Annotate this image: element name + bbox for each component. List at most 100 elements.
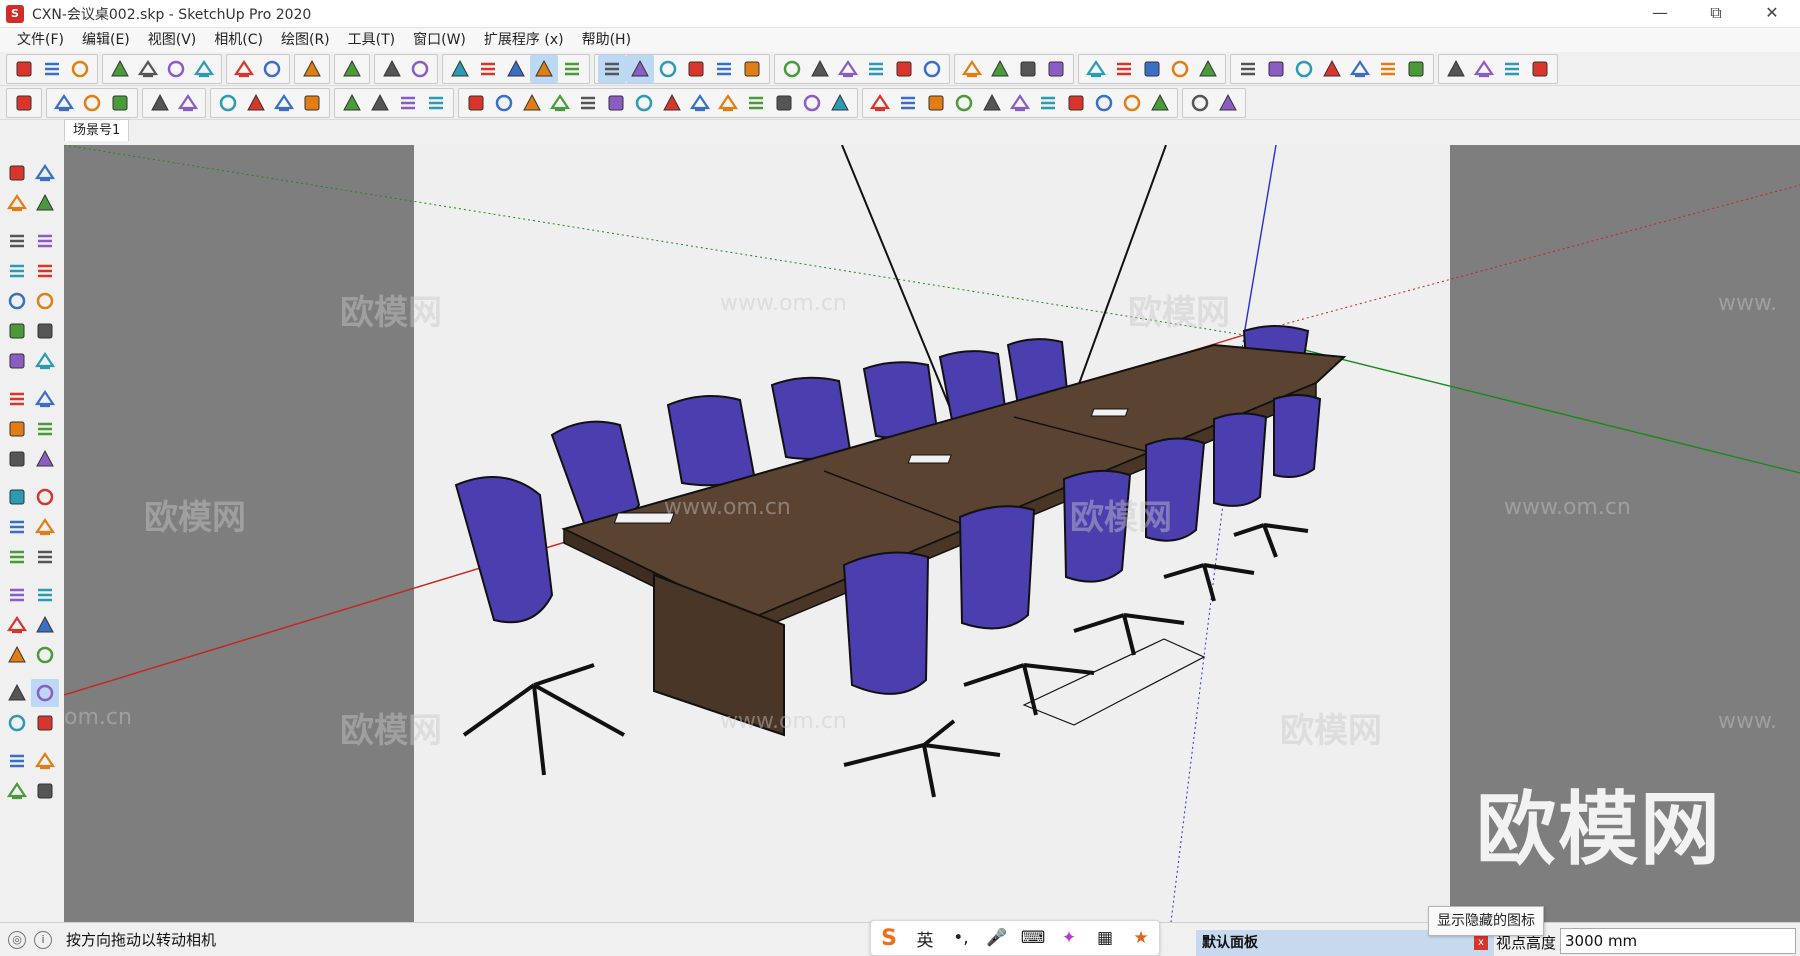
curve-8-icon[interactable] [1062, 89, 1090, 117]
eraser-icon[interactable] [31, 189, 59, 217]
pie-icon[interactable] [31, 347, 59, 375]
zoom-icon[interactable] [3, 611, 31, 639]
copy-icon[interactable] [134, 55, 162, 83]
component-b-icon[interactable] [806, 55, 834, 83]
close-button[interactable]: ✕ [1744, 0, 1800, 28]
curve-5-icon[interactable] [978, 89, 1006, 117]
plugin-d-icon[interactable] [1526, 55, 1554, 83]
measurements-input[interactable] [1560, 928, 1796, 954]
window-c-icon[interactable] [270, 89, 298, 117]
menu-item[interactable]: 扩展程序 (x) [475, 28, 573, 52]
menu-item[interactable]: 编辑(E) [73, 28, 139, 52]
skin-icon[interactable]: ★ [1127, 928, 1155, 948]
model-info-icon[interactable] [338, 55, 366, 83]
walk-icon[interactable] [3, 709, 31, 737]
warehouse-icon[interactable] [3, 747, 31, 775]
wireframe-icon[interactable] [446, 55, 474, 83]
tool-4-icon[interactable] [546, 89, 574, 117]
model-viewport[interactable]: 欧模网 www.om.cn 欧模网 www. 欧模网 www.om.cn 欧模网… [64, 145, 1800, 922]
send-to-layout-icon[interactable] [3, 777, 31, 805]
ext-c-icon[interactable] [1290, 55, 1318, 83]
panel-close-button[interactable]: x [1474, 936, 1488, 950]
top-view-icon[interactable] [626, 54, 654, 83]
polygon-icon[interactable] [31, 287, 59, 315]
save-icon[interactable] [66, 55, 94, 83]
right-view-icon[interactable] [682, 55, 710, 83]
back-edges-icon[interactable] [406, 55, 434, 83]
shaded-icon[interactable] [502, 55, 530, 83]
xray-icon[interactable] [378, 55, 406, 83]
menu-item[interactable]: 帮助(H) [573, 28, 640, 52]
window-b-icon[interactable] [242, 89, 270, 117]
menu-item[interactable]: 工具(T) [339, 28, 404, 52]
tool-7-icon[interactable] [630, 89, 658, 117]
cloud-icon[interactable] [106, 89, 134, 117]
stairs-icon[interactable] [338, 89, 366, 117]
round-1-icon[interactable] [1186, 89, 1214, 117]
back-view-icon[interactable] [710, 55, 738, 83]
ext-b-icon[interactable] [1262, 55, 1290, 83]
tool-12-icon[interactable] [770, 89, 798, 117]
window-a-icon[interactable] [214, 89, 242, 117]
front-view-icon[interactable] [654, 55, 682, 83]
zoom-extents-icon[interactable] [3, 641, 31, 669]
scene-tab-1[interactable]: 场景号1 [64, 119, 130, 141]
curve-1-icon[interactable] [866, 89, 894, 117]
sandbox-c-icon[interactable] [1138, 55, 1166, 83]
ai-icon[interactable]: ✦ [1055, 928, 1083, 948]
menu-item[interactable]: 窗口(W) [404, 28, 475, 52]
paint-bucket-icon[interactable] [3, 189, 31, 217]
tool-10-icon[interactable] [714, 89, 742, 117]
pan-icon[interactable] [31, 581, 59, 609]
component-e-icon[interactable] [890, 55, 918, 83]
print-icon[interactable] [298, 55, 326, 83]
component-d-icon[interactable] [862, 55, 890, 83]
zoom-previous-icon[interactable] [31, 641, 59, 669]
rectangle-icon[interactable] [3, 257, 31, 285]
three-point-arc-icon[interactable] [3, 347, 31, 375]
erase-icon[interactable] [190, 55, 218, 83]
redo-icon[interactable] [258, 55, 286, 83]
tool-9-icon[interactable] [686, 89, 714, 117]
axes-tool-icon[interactable] [3, 543, 31, 571]
curve-3-icon[interactable] [922, 89, 950, 117]
paste-icon[interactable] [162, 55, 190, 83]
tool-2-icon[interactable] [490, 89, 518, 117]
new-icon[interactable] [10, 55, 38, 83]
component-a-icon[interactable] [778, 55, 806, 83]
check-icon[interactable] [10, 89, 38, 117]
iso-view-icon[interactable] [598, 54, 626, 83]
offset-icon[interactable] [31, 445, 59, 473]
tool-11-icon[interactable] [742, 89, 770, 117]
tool-13-icon[interactable] [798, 89, 826, 117]
ime-logo-icon[interactable]: S [875, 926, 903, 951]
axes-icon[interactable] [958, 55, 986, 83]
orbit-icon[interactable] [3, 581, 31, 609]
zoom-window-icon[interactable] [31, 611, 59, 639]
extension-warehouse-icon[interactable] [31, 747, 59, 775]
layout-a-icon[interactable] [146, 89, 174, 117]
punctuation-icon[interactable]: •, [947, 928, 975, 948]
minimize-button[interactable]: — [1632, 0, 1688, 28]
bars-icon[interactable] [422, 89, 450, 117]
dimension-icon[interactable] [31, 483, 59, 511]
undo-icon[interactable] [230, 55, 258, 83]
grid-icon[interactable] [366, 89, 394, 117]
menu-item[interactable]: 视图(V) [139, 28, 206, 52]
section-icon[interactable] [986, 55, 1014, 83]
sandbox-d-icon[interactable] [1166, 55, 1194, 83]
hand-icon[interactable] [78, 89, 106, 117]
ext-f-icon[interactable] [1374, 55, 1402, 83]
lock-icon[interactable] [298, 89, 326, 117]
rotate-icon[interactable] [3, 415, 31, 443]
monochrome-icon[interactable] [558, 55, 586, 83]
plugin-a-icon[interactable] [1442, 55, 1470, 83]
sandbox-e-icon[interactable] [1194, 55, 1222, 83]
cut-icon[interactable] [106, 55, 134, 83]
protractor-icon[interactable] [3, 513, 31, 541]
menu-item[interactable]: 文件(F) [8, 28, 73, 52]
tool-5-icon[interactable] [574, 89, 602, 117]
ime-language-toggle[interactable]: 英 [911, 926, 939, 951]
tool-6-icon[interactable] [602, 89, 630, 117]
menu-item[interactable]: 绘图(R) [272, 28, 339, 52]
